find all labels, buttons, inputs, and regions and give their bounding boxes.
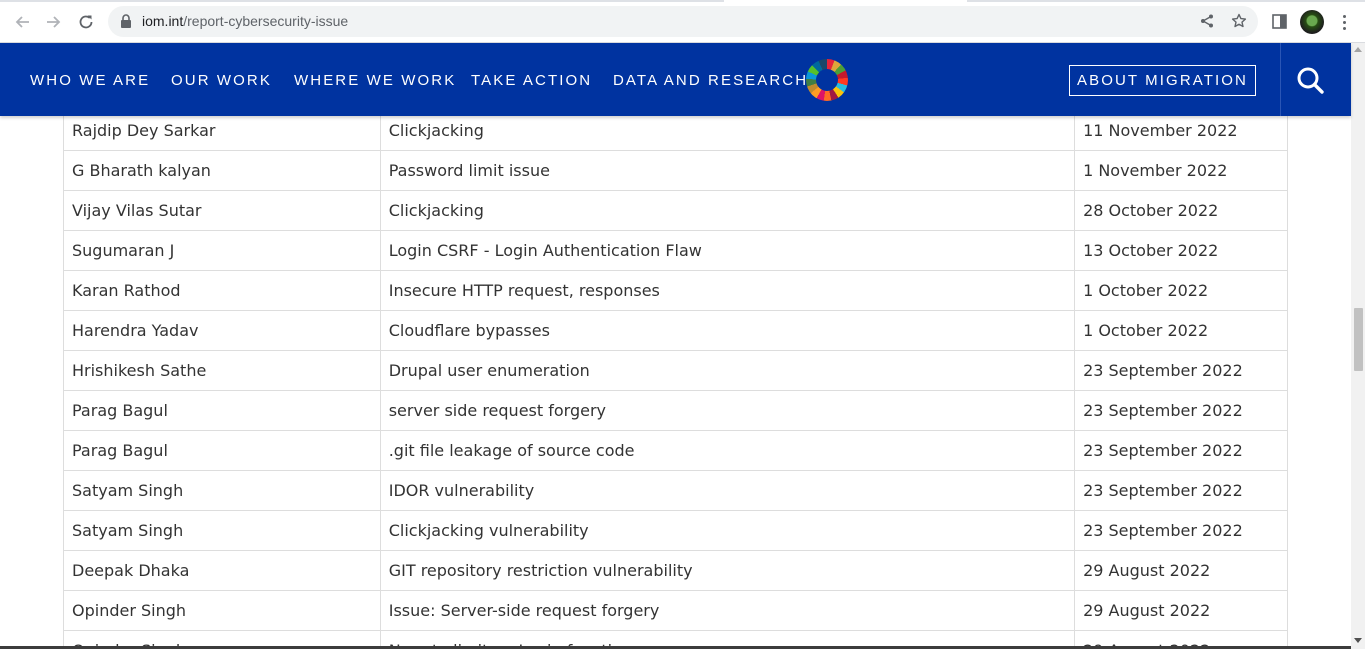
table-row: Sugumaran J Login CSRF - Login Authentica… (63, 230, 1288, 271)
table-row: Rajdip Dey Sarkar Clickjacking 11 November… (63, 110, 1288, 151)
reload-button[interactable] (74, 10, 98, 34)
reporter-name-cell: Parag Bagul (63, 390, 381, 431)
arrow-left-icon (15, 16, 29, 28)
nav-divider (1280, 43, 1281, 116)
table-row: Parag Bagul .git file leakage of source c… (63, 430, 1288, 471)
report-date-cell: 28 October 2022 (1074, 190, 1288, 231)
profile-avatar[interactable] (1300, 10, 1324, 34)
report-date-cell: 1 October 2022 (1074, 270, 1288, 311)
nav-our-work[interactable]: OUR WORK (171, 72, 272, 89)
issue-description-cell: Clickjacking (379, 190, 1076, 231)
table-row: Opinder SinghNo rate limit on Login func… (63, 630, 1288, 647)
share-icon[interactable] (1200, 14, 1214, 28)
address-bar[interactable]: iom.int/report-cybersecurity-issue (108, 6, 1258, 37)
tab-strip-edge (0, 0, 1365, 2)
browser-toolbar: iom.int/report-cybersecurity-issue (0, 0, 1365, 43)
lock-icon[interactable] (120, 14, 132, 28)
url-path: /report-cybersecurity-issue (183, 13, 349, 29)
reporter-name-cell: Karan Rathod (63, 270, 381, 311)
report-date-cell: 23 September 2022 (1074, 430, 1288, 471)
reload-icon (79, 15, 93, 29)
issue-description-cell: Clickjacking vulnerability (379, 510, 1076, 551)
reporter-name-cell: Deepak Dhaka (63, 550, 381, 591)
issue-description-cell: server side request forgery (379, 390, 1076, 431)
report-date-cell: 29 August 2022 (1074, 630, 1288, 647)
issue-description-cell: Drupal user enumeration (379, 350, 1076, 391)
scrollbar-thumb[interactable] (1354, 308, 1363, 371)
site-navigation: WHO WE ARE OUR WORK WHERE WE WORK TAKE A… (0, 43, 1351, 116)
issue-description-cell: Login CSRF - Login Authentication Flaw (379, 230, 1076, 271)
report-date-cell: 23 September 2022 (1074, 510, 1288, 551)
nav-data-and-research[interactable]: DATA AND RESEARCH (613, 72, 808, 89)
table-row: Hrishikesh Sathe Drupal user enumeration 2… (63, 350, 1288, 391)
table-row: G Bharath kalyan Password limit issue 1 No… (63, 150, 1288, 191)
arrow-right-icon (47, 16, 61, 28)
issue-description-cell: IDOR vulnerability (379, 470, 1076, 511)
scroll-down-arrow-icon[interactable] (1354, 638, 1362, 643)
reporter-name-cell: Harendra Yadav (63, 310, 381, 351)
search-icon[interactable] (1295, 65, 1325, 95)
issue-description-cell: Issue: Server-side request forgery (379, 590, 1076, 631)
issue-description-cell: .git file leakage of source code (379, 430, 1076, 471)
sdg-wheel-logo[interactable] (806, 59, 848, 101)
reporter-name-cell: Satyam Singh (63, 470, 381, 511)
report-date-cell: 11 November 2022 (1074, 110, 1288, 151)
nav-where-we-work[interactable]: WHERE WE WORK (294, 72, 456, 89)
reporter-name-cell: Satyam Singh (63, 510, 381, 551)
acknowledgements-table: Rajdip Dey Sarkar Clickjacking 11 November… (63, 110, 1288, 647)
issue-description-cell: Cloudflare bypasses (379, 310, 1076, 351)
issue-description-cell: Password limit issue (379, 150, 1076, 191)
issue-description-cell: GIT repository restriction vulnerability (379, 550, 1076, 591)
table-row: Deepak Dhaka GIT repository restriction v… (63, 550, 1288, 591)
reporter-name-cell: Vijay Vilas Sutar (63, 190, 381, 231)
table-row: Parag Bagul server side request forgery 23… (63, 390, 1288, 431)
about-migration-button[interactable]: ABOUT MIGRATION (1069, 65, 1256, 96)
star-icon[interactable] (1231, 13, 1247, 29)
reporter-name-cell: Hrishikesh Sathe (63, 350, 381, 391)
reporter-name-cell: Opinder Singh (63, 590, 381, 631)
issue-description-cell: Clickjacking (379, 110, 1076, 151)
forward-button[interactable] (42, 10, 66, 34)
side-panel-icon[interactable] (1272, 14, 1287, 29)
page-scrollbar[interactable] (1351, 43, 1365, 649)
url-text[interactable]: iom.int/report-cybersecurity-issue (142, 13, 348, 29)
reporter-name-cell: Parag Bagul (63, 430, 381, 471)
table-row: Opinder Singh Issue: Server-side request … (63, 590, 1288, 631)
nav-take-action[interactable]: TAKE ACTION (471, 72, 592, 89)
reporter-name-cell: Opinder Singh (63, 630, 381, 647)
report-date-cell: 29 August 2022 (1074, 590, 1288, 631)
nav-who-we-are[interactable]: WHO WE ARE (30, 72, 150, 89)
report-date-cell: 23 September 2022 (1074, 350, 1288, 391)
report-date-cell: 1 October 2022 (1074, 310, 1288, 351)
report-date-cell: 23 September 2022 (1074, 470, 1288, 511)
reporter-name-cell: Rajdip Dey Sarkar (63, 110, 381, 151)
table-row: Satyam Singh Clickjacking vulnerability 23… (63, 510, 1288, 551)
table-row: Vijay Vilas Sutar Clickjacking 28 October … (63, 190, 1288, 231)
report-date-cell: 23 September 2022 (1074, 390, 1288, 431)
reporter-name-cell: Sugumaran J (63, 230, 381, 271)
issue-description-cell: No rate limit on Login function (379, 630, 1076, 647)
url-domain: iom.int (142, 13, 184, 29)
report-date-cell: 29 August 2022 (1074, 550, 1288, 591)
report-date-cell: 13 October 2022 (1074, 230, 1288, 271)
reporter-name-cell: G Bharath kalyan (63, 150, 381, 191)
table-row: Satyam Singh IDOR vulnerability 23 Septemb… (63, 470, 1288, 511)
browser-menu-button[interactable] (1337, 11, 1351, 33)
table-row: Karan Rathod Insecure HTTP request, respo… (63, 270, 1288, 311)
scroll-up-arrow-icon[interactable] (1354, 47, 1362, 52)
report-date-cell: 1 November 2022 (1074, 150, 1288, 191)
table-row: Harendra Yadav Cloudflare bypasses 1 Octob… (63, 310, 1288, 351)
back-button[interactable] (10, 10, 34, 34)
issue-description-cell: Insecure HTTP request, responses (379, 270, 1076, 311)
